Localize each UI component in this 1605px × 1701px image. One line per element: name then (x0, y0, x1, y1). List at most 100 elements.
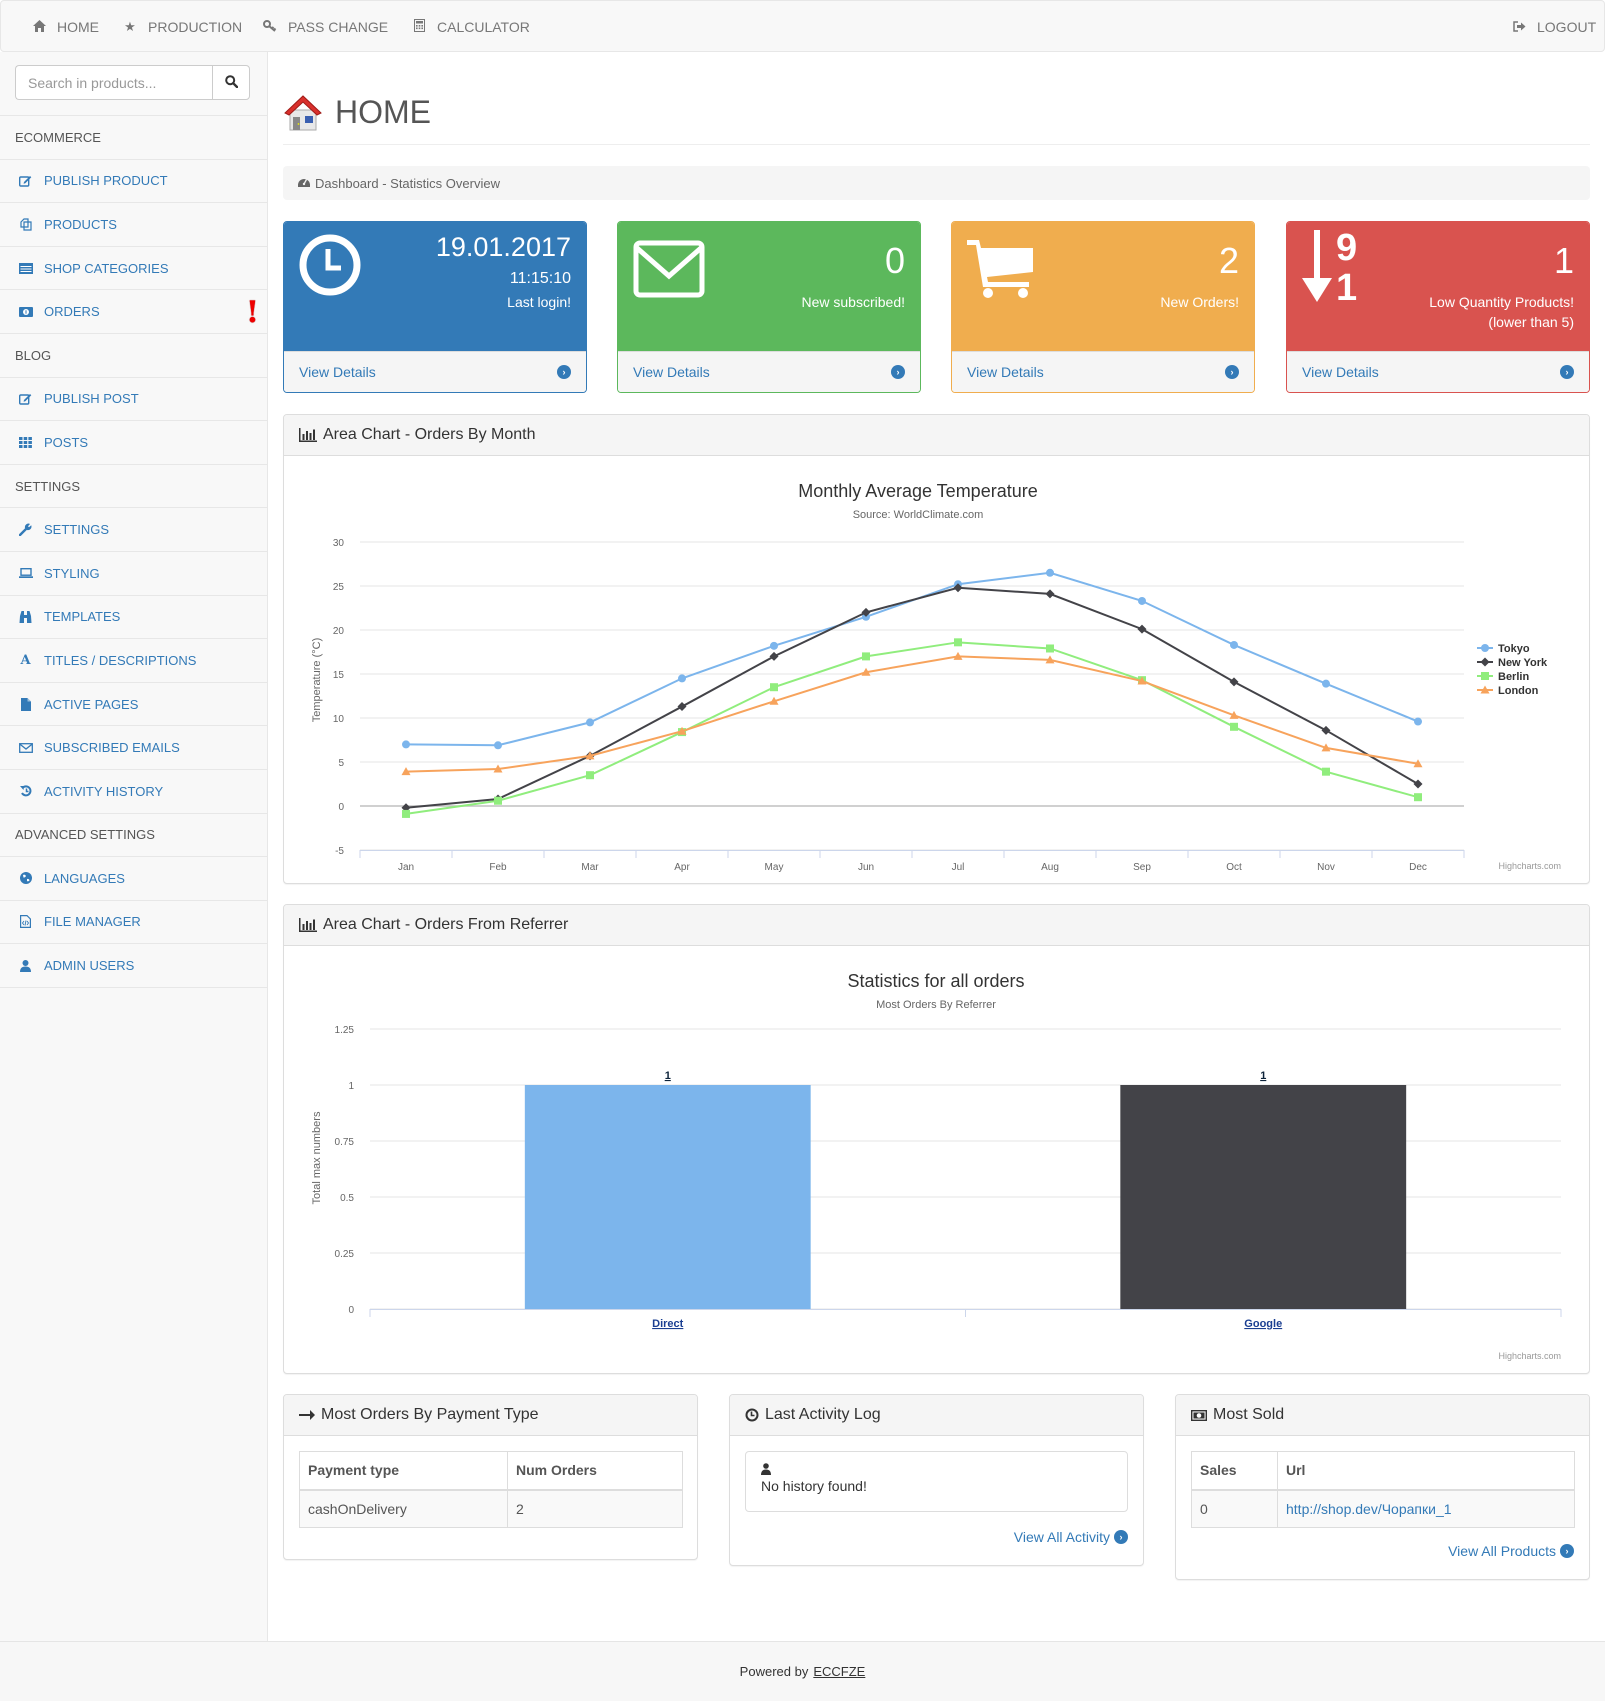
sidebar-item-label: ACTIVITY HISTORY (44, 783, 164, 799)
sidebar-item-label: ADMIN USERS (44, 958, 135, 974)
sidebar-item-admin-users[interactable]: ADMIN USERS (0, 944, 267, 988)
logout-icon (1511, 20, 1527, 35)
series-new-york (401, 583, 1423, 813)
sidebar-item-styling[interactable]: STYLING (0, 552, 267, 596)
column-header: Url (1277, 1451, 1575, 1491)
sidebar-item-active-pages[interactable]: ACTIVE PAGES (0, 683, 267, 727)
sidebar-item-label: POSTS (44, 434, 89, 450)
chart-credits[interactable]: Highcharts.com (1498, 1351, 1561, 1361)
sidebar-item-activity-history[interactable]: ACTIVITY HISTORY (0, 770, 267, 814)
stat-panel-body: 2 New Orders! (952, 222, 1254, 352)
panel-heading: Most Orders By Payment Type (284, 1395, 697, 1436)
x-tick-label[interactable]: Google (1244, 1318, 1282, 1330)
nav-pass-change[interactable]: PASS CHANGE (262, 1, 388, 53)
y-tick-label: 1.25 (335, 1025, 355, 1036)
legend-item[interactable]: Berlin (1477, 671, 1529, 683)
sidebar-item-languages[interactable]: LANGUAGES (0, 857, 267, 901)
data-point (1045, 589, 1055, 599)
sidebar-item-products[interactable]: PRODUCTS (0, 203, 267, 247)
list-icon (18, 262, 33, 274)
activity-log-panel: Last Activity Log No history found! View… (729, 1394, 1144, 1566)
sidebar-item-publish-post[interactable]: PUBLISH POST (0, 378, 267, 422)
legend-item[interactable]: New York (1477, 657, 1548, 669)
footer-company-link[interactable]: ECCFZE (813, 1664, 865, 1679)
series-line (405, 586, 1419, 809)
view-details-link[interactable]: View Details › (1287, 351, 1589, 392)
file-code-icon (18, 915, 33, 929)
file-icon (18, 697, 33, 711)
y-tick-label: 25 (333, 582, 345, 593)
x-tick-label: Dec (1409, 862, 1427, 873)
y-tick-label: 10 (333, 714, 345, 725)
dashboard-icon (298, 176, 310, 190)
product-url-link[interactable]: http://shop.dev/Чорапки_1 (1286, 1501, 1452, 1517)
view-details-link[interactable]: View Details › (952, 351, 1254, 392)
sidebar-item-label: SHOP CATEGORIES (44, 260, 169, 276)
search-input[interactable] (15, 65, 212, 100)
data-point (1229, 677, 1239, 687)
logout-label: LOGOUT (1537, 19, 1597, 35)
page-title-text: HOME (335, 93, 431, 130)
sidebar-header-label: BLOG (15, 347, 52, 363)
panel-title: Most Orders By Payment Type (321, 1406, 539, 1423)
search-button[interactable] (212, 65, 250, 100)
sidebar-item-publish-product[interactable]: PUBLISH PRODUCT (0, 160, 267, 204)
house-icon (283, 93, 323, 131)
y-tick-label: 0.75 (335, 1137, 355, 1148)
x-tick-label: Feb (489, 862, 507, 873)
data-point (1046, 568, 1054, 577)
data-point (1413, 779, 1423, 789)
sidebar-item-subscribed-emails[interactable]: SUBSCRIBED EMAILS (0, 726, 267, 770)
data-label[interactable]: 1 (1260, 1070, 1266, 1082)
sidebar-item-titles-descriptions[interactable]: A TITLES / DESCRIPTIONS (0, 639, 267, 683)
breadcrumb: Dashboard - Statistics Overview (283, 166, 1590, 200)
sidebar-item-orders[interactable]: ORDERS ! (0, 290, 267, 334)
bar-direct[interactable] (524, 1085, 811, 1309)
sidebar-header-label: ADVANCED SETTINGS (15, 827, 155, 843)
data-point (1414, 717, 1422, 726)
legend-item[interactable]: Tokyo (1477, 643, 1530, 655)
user-icon (761, 1462, 1112, 1478)
sidebar-item-shop-categories[interactable]: SHOP CATEGORIES (0, 247, 267, 291)
line-chart: Monthly Average Temperature Source: Worl… (311, 481, 1561, 873)
x-tick-label: Oct (1226, 862, 1242, 873)
y-tick-label: -5 (335, 846, 344, 857)
chart-credits[interactable]: Highcharts.com (1498, 861, 1561, 871)
nav-production[interactable]: ★ PRODUCTION (122, 1, 242, 53)
view-details-link[interactable]: View Details › (284, 351, 586, 392)
nav-calculator[interactable]: CALCULATOR (411, 1, 530, 53)
sidebar-item-templates[interactable]: TEMPLATES (0, 596, 267, 640)
x-tick-label: Aug (1041, 862, 1059, 873)
view-all-activity-link[interactable]: View All Activity › (1014, 1529, 1128, 1545)
sort-numeric-desc-icon: 91 (1302, 227, 1364, 309)
sidebar-item-label: SUBSCRIBED EMAILS (44, 740, 180, 756)
bar-google[interactable] (1120, 1085, 1407, 1309)
data-point (677, 702, 687, 712)
sidebar-menu: ECOMMERCE PUBLISH PRODUCT PRODUCTS SHOP … (0, 115, 267, 988)
series-line (405, 641, 1419, 815)
nav-home[interactable]: HOME (31, 1, 99, 53)
data-point (1414, 793, 1422, 802)
data-label[interactable]: 1 (665, 1070, 671, 1082)
logout-button[interactable]: LOGOUT (1511, 1, 1596, 53)
sidebar-item-settings[interactable]: SETTINGS (0, 508, 267, 552)
legend-item[interactable]: London (1477, 685, 1539, 697)
stat-panel-body: 19.01.2017 11:15:10 Last login! (284, 222, 586, 352)
panel-title: Most Sold (1213, 1406, 1285, 1423)
search-icon (224, 74, 238, 91)
sidebar-item-posts[interactable]: POSTS (0, 421, 267, 465)
copy-icon (18, 218, 33, 231)
orders-from-referrer-panel: Area Chart - Orders From Referrer Statis… (283, 904, 1590, 1374)
view-details-label: View Details (1302, 364, 1379, 380)
breadcrumb-text: Dashboard - Statistics Overview (315, 175, 500, 191)
view-details-link[interactable]: View Details › (618, 351, 920, 392)
sidebar-item-label: PRODUCTS (44, 216, 117, 232)
x-tick-label[interactable]: Direct (652, 1318, 684, 1330)
panel-heading: Most Sold (1176, 1395, 1589, 1436)
data-point (586, 718, 594, 727)
sidebar-item-file-manager[interactable]: FILE MANAGER (0, 901, 267, 945)
activity-list-item: No history found! (745, 1451, 1128, 1512)
data-point (586, 771, 594, 780)
view-all-products-link[interactable]: View All Products › (1448, 1543, 1574, 1559)
panel-heading: Last Activity Log (730, 1395, 1143, 1436)
